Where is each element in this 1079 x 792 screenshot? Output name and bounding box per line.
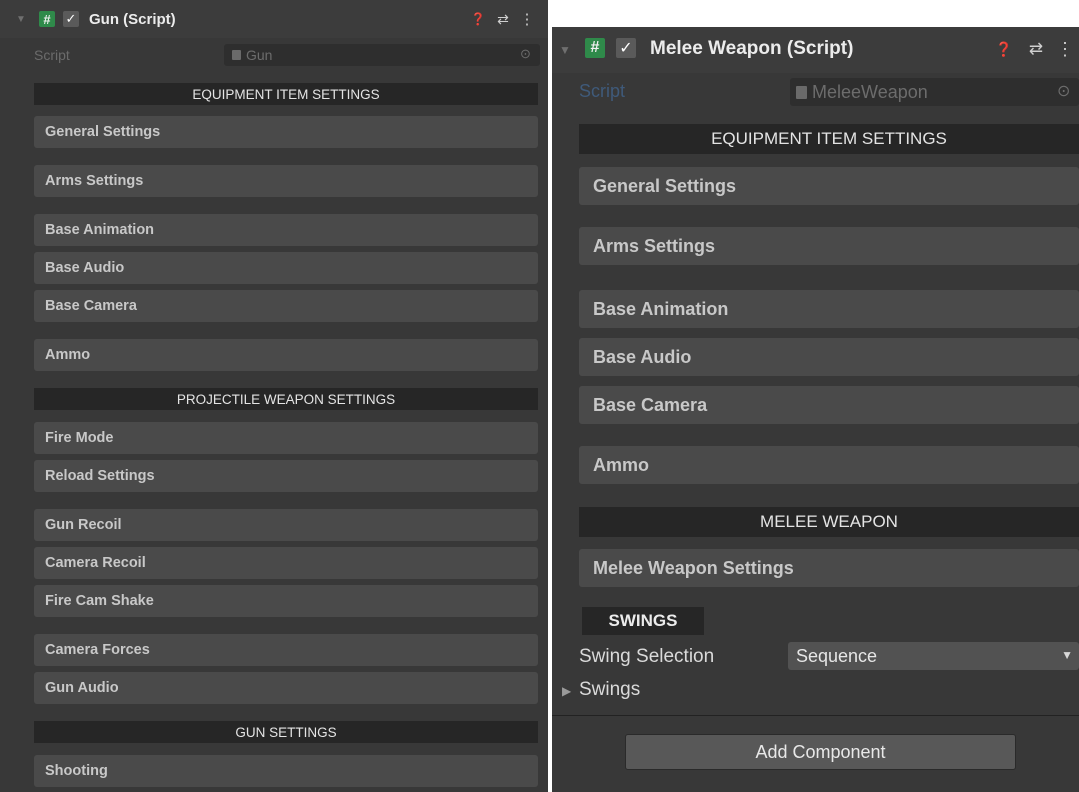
script-file-icon — [232, 50, 241, 60]
arms-settings-button[interactable]: Arms Settings — [579, 227, 1079, 265]
gun-audio-button[interactable]: Gun Audio — [34, 672, 538, 704]
divider — [552, 715, 1079, 716]
fire-mode-button[interactable]: Fire Mode — [34, 422, 538, 454]
section-header-gun-settings: GUN SETTINGS — [34, 721, 538, 743]
object-picker-icon[interactable]: ⊙ — [520, 46, 531, 62]
melee-component-header[interactable]: ▼ # ✓ Melee Weapon (Script) ❓ ⇄ ⋮ — [552, 27, 1079, 73]
presets-icon[interactable]: ⇄ — [1027, 38, 1045, 60]
script-field-row: Script MeleeWeapon ⊙ — [552, 75, 1079, 109]
base-audio-button[interactable]: Base Audio — [579, 338, 1079, 376]
help-icon[interactable]: ❓ — [470, 10, 486, 28]
melee-weapon-script-inspector: ▼ # ✓ Melee Weapon (Script) ❓ ⇄ ⋮ Script… — [552, 27, 1079, 792]
section-header-equipment-item: EQUIPMENT ITEM SETTINGS — [579, 124, 1079, 154]
enabled-checkbox[interactable]: ✓ — [616, 38, 636, 58]
foldout-arrow-icon[interactable]: ▼ — [15, 10, 27, 28]
section-header-projectile-weapon: PROJECTILE WEAPON SETTINGS — [34, 388, 538, 410]
gun-script-inspector: ▼ # ✓ Gun (Script) ❓ ⇄ ⋮ Script Gun ⊙ EQ… — [0, 0, 548, 792]
script-value: Gun — [246, 47, 273, 63]
general-settings-button[interactable]: General Settings — [34, 116, 538, 148]
script-file-icon — [796, 85, 807, 99]
section-header-melee-weapon: MELEE WEAPON — [579, 507, 1079, 537]
shooting-button[interactable]: Shooting — [34, 755, 538, 787]
swing-selection-value: Sequence — [796, 645, 878, 666]
script-field-row: Script Gun ⊙ — [0, 42, 548, 70]
script-hash-icon: # — [585, 38, 605, 58]
base-camera-button[interactable]: Base Camera — [579, 386, 1079, 424]
section-header-equipment-item: EQUIPMENT ITEM SETTINGS — [34, 83, 538, 105]
reload-settings-button[interactable]: Reload Settings — [34, 460, 538, 492]
base-camera-button[interactable]: Base Camera — [34, 290, 538, 322]
base-animation-button[interactable]: Base Animation — [579, 290, 1079, 328]
camera-forces-button[interactable]: Camera Forces — [34, 634, 538, 666]
general-settings-button[interactable]: General Settings — [579, 167, 1079, 205]
chevron-down-icon: ▼ — [1061, 648, 1073, 662]
object-picker-icon[interactable]: ⊙ — [1057, 81, 1070, 101]
context-menu-icon[interactable]: ⋮ — [1056, 38, 1074, 60]
fire-cam-shake-button[interactable]: Fire Cam Shake — [34, 585, 538, 617]
add-component-button[interactable]: Add Component — [625, 734, 1016, 770]
ammo-button[interactable]: Ammo — [579, 446, 1079, 484]
base-animation-button[interactable]: Base Animation — [34, 214, 538, 246]
swings-foldout-label[interactable]: Swings — [579, 679, 640, 701]
presets-icon[interactable]: ⇄ — [495, 10, 511, 28]
melee-weapon-settings-button[interactable]: Melee Weapon Settings — [579, 549, 1079, 587]
gun-component-header[interactable]: ▼ # ✓ Gun (Script) ❓ ⇄ ⋮ — [0, 0, 548, 38]
script-object-field[interactable]: Gun — [224, 44, 540, 66]
script-value: MeleeWeapon — [812, 81, 928, 102]
ammo-button[interactable]: Ammo — [34, 339, 538, 371]
swing-selection-dropdown[interactable]: Sequence ▼ — [788, 642, 1079, 670]
arms-settings-button[interactable]: Arms Settings — [34, 165, 538, 197]
enabled-checkbox[interactable]: ✓ — [63, 11, 79, 27]
swings-foldout-icon[interactable]: ▶ — [562, 684, 571, 698]
script-label: Script — [579, 81, 626, 101]
component-title: Melee Weapon (Script) — [650, 38, 854, 59]
help-icon[interactable]: ❓ — [995, 38, 1013, 60]
component-title: Gun (Script) — [89, 10, 176, 28]
foldout-arrow-icon[interactable]: ▼ — [558, 39, 572, 61]
script-hash-icon: # — [39, 11, 55, 27]
context-menu-icon[interactable]: ⋮ — [520, 10, 535, 28]
base-audio-button[interactable]: Base Audio — [34, 252, 538, 284]
swings-subheader: SWINGS — [582, 607, 704, 635]
camera-recoil-button[interactable]: Camera Recoil — [34, 547, 538, 579]
script-label: Script — [34, 47, 70, 63]
swing-selection-label: Swing Selection — [579, 646, 715, 667]
gun-recoil-button[interactable]: Gun Recoil — [34, 509, 538, 541]
script-object-field[interactable]: MeleeWeapon — [790, 78, 1079, 106]
